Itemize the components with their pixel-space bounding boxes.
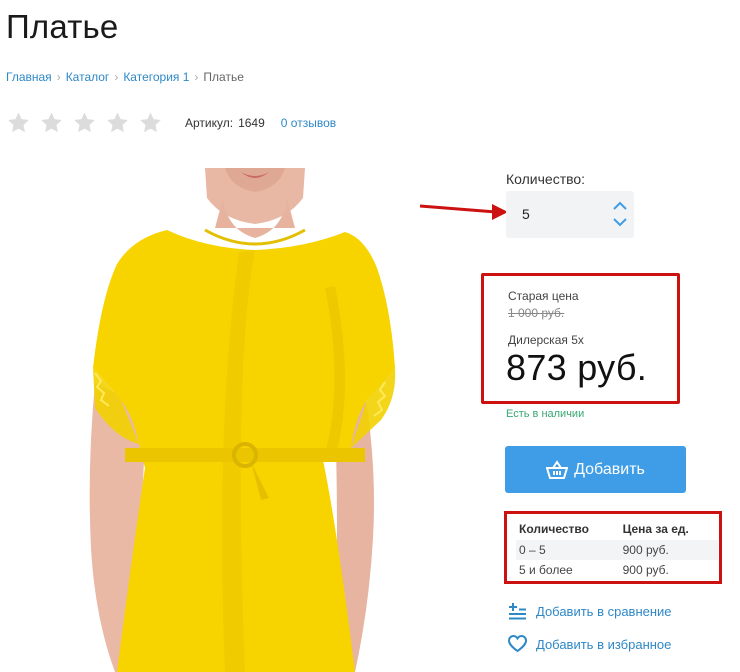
- sku: Артикул: 1649: [185, 116, 265, 130]
- current-price: 873 руб.: [506, 347, 648, 388]
- rating-stars[interactable]: [6, 111, 163, 135]
- compare-icon: [509, 603, 526, 620]
- table-row: 0 – 5 900 руб.: [516, 540, 718, 560]
- table-row: 5 и более 900 руб.: [516, 560, 718, 580]
- table-cell: 5 и более: [516, 560, 620, 580]
- sku-value: 1649: [238, 116, 265, 130]
- stock-status: Есть в наличии: [506, 408, 585, 420]
- quantity-stepper[interactable]: 5: [506, 191, 634, 238]
- add-to-cart-label: Добавить: [574, 460, 645, 478]
- table-header-quantity: Количество: [519, 521, 589, 536]
- table-cell: 900 руб.: [619, 560, 718, 580]
- breadcrumb: Главная › Каталог › Категория 1 › Платье: [6, 70, 244, 84]
- sku-label: Артикул:: [185, 116, 234, 130]
- basket-icon: [546, 459, 569, 479]
- chevron-up-icon[interactable]: [612, 200, 628, 212]
- dress-photo: [89, 168, 396, 672]
- old-price: 1 000 руб.: [508, 306, 565, 320]
- rating-row: Артикул: 1649 0 отзывов: [6, 110, 336, 136]
- breadcrumb-home[interactable]: Главная: [6, 70, 52, 84]
- price-block: Старая цена 1 000 руб. Дилерская 5х 873 …: [481, 273, 680, 404]
- star-icon[interactable]: [105, 111, 130, 135]
- annotation-arrow-icon: [419, 204, 508, 220]
- dealer-price-label: Дилерская 5х: [508, 333, 584, 347]
- add-to-favorites-label[interactable]: Добавить в избранное: [536, 637, 671, 652]
- add-to-favorites-link[interactable]: Добавить в избранное: [508, 635, 671, 653]
- breadcrumb-current: Платье: [203, 70, 244, 84]
- breadcrumb-separator-icon: ›: [56, 70, 61, 84]
- quantity-price-table-box: Количество Цена за ед. 0 – 5 900 руб. 5 …: [504, 511, 722, 584]
- chevron-down-icon[interactable]: [612, 216, 628, 228]
- star-icon[interactable]: [138, 111, 163, 135]
- table-cell: 0 – 5: [516, 540, 620, 560]
- reviews-link[interactable]: 0 отзывов: [281, 116, 336, 130]
- quantity-value[interactable]: 5: [522, 206, 530, 222]
- add-to-compare-label[interactable]: Добавить в сравнение: [536, 604, 672, 619]
- add-to-compare-link[interactable]: Добавить в сравнение: [508, 602, 672, 620]
- star-icon[interactable]: [39, 111, 64, 135]
- breadcrumb-separator-icon: ›: [114, 70, 119, 84]
- star-icon[interactable]: [72, 111, 97, 135]
- breadcrumb-separator-icon: ›: [194, 70, 199, 84]
- star-icon[interactable]: [6, 111, 31, 135]
- quantity-price-table: Количество Цена за ед. 0 – 5 900 руб. 5 …: [516, 517, 718, 580]
- breadcrumb-category[interactable]: Категория 1: [123, 70, 189, 84]
- breadcrumb-catalog[interactable]: Каталог: [66, 70, 110, 84]
- old-price-label: Старая цена: [508, 289, 579, 303]
- page-title: Платье: [6, 8, 119, 45]
- table-cell: 900 руб.: [619, 540, 718, 560]
- heart-icon: [508, 635, 527, 653]
- product-image[interactable]: [55, 168, 460, 672]
- quantity-label: Количество:: [506, 171, 586, 187]
- add-to-cart-button[interactable]: Добавить: [505, 446, 686, 493]
- table-header-unit-price: Цена за ед.: [622, 521, 689, 536]
